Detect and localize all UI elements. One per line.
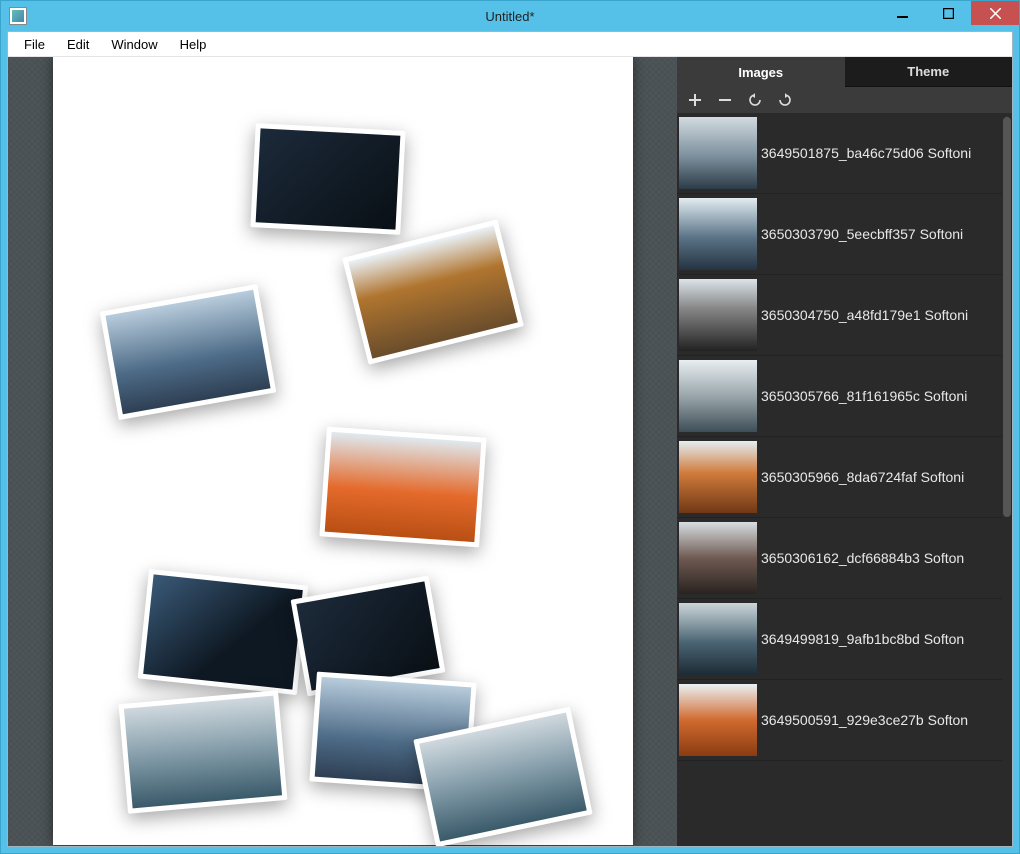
collage-photo[interactable] bbox=[118, 690, 287, 814]
canvas-area[interactable] bbox=[8, 57, 677, 846]
menu-help[interactable]: Help bbox=[170, 35, 217, 54]
list-item[interactable]: 3650303790_5eecbff357 Softoni bbox=[677, 194, 1002, 275]
list-item-label: 3650304750_a48fd179e1 Softoni bbox=[761, 307, 968, 323]
plus-icon bbox=[689, 94, 701, 106]
thumbnail bbox=[679, 360, 757, 432]
tab-images[interactable]: Images bbox=[677, 57, 845, 87]
list-item-label: 3650305766_81f161965c Softoni bbox=[761, 388, 967, 404]
list-item-label: 3650305966_8da6724faf Softoni bbox=[761, 469, 964, 485]
window-title: Untitled* bbox=[1, 9, 1019, 24]
collage-photo[interactable] bbox=[250, 123, 405, 235]
list-item-label: 3650306162_dcf66884b3 Softon bbox=[761, 550, 964, 566]
close-icon bbox=[990, 8, 1001, 19]
panel-tabs: Images Theme bbox=[677, 57, 1012, 87]
rotate-right-button[interactable] bbox=[777, 92, 793, 108]
list-item-label: 3650303790_5eecbff357 Softoni bbox=[761, 226, 963, 242]
minus-icon bbox=[719, 94, 731, 106]
minimize-button[interactable] bbox=[879, 1, 925, 25]
thumbnail bbox=[679, 603, 757, 675]
app-window: Untitled* File Edit Window Help bbox=[0, 0, 1020, 854]
thumbnail bbox=[679, 684, 757, 756]
thumbnail bbox=[679, 198, 757, 270]
window-controls bbox=[879, 1, 1019, 31]
collage-photo[interactable] bbox=[342, 219, 524, 364]
collage-photo[interactable] bbox=[137, 569, 308, 695]
image-list: 3649501875_ba46c75d06 Softoni 3650303790… bbox=[677, 113, 1012, 846]
thumbnail bbox=[679, 279, 757, 351]
scroll-thumb[interactable] bbox=[1003, 117, 1011, 517]
images-toolbar bbox=[677, 87, 1012, 113]
list-item-label: 3649499819_9afb1bc8bd Softon bbox=[761, 631, 964, 647]
side-panel: Images Theme bbox=[677, 57, 1012, 846]
close-button[interactable] bbox=[971, 1, 1019, 25]
rotate-right-icon bbox=[778, 93, 792, 107]
tab-theme[interactable]: Theme bbox=[845, 57, 1013, 87]
maximize-icon bbox=[943, 8, 954, 19]
rotate-left-button[interactable] bbox=[747, 92, 763, 108]
remove-image-button[interactable] bbox=[717, 92, 733, 108]
list-item[interactable]: 3649499819_9afb1bc8bd Softon bbox=[677, 599, 1002, 680]
minimize-icon bbox=[897, 8, 908, 19]
client-area: File Edit Window Help bbox=[7, 31, 1013, 847]
workspace: Images Theme bbox=[8, 57, 1012, 846]
collage-photo[interactable] bbox=[99, 284, 276, 420]
add-image-button[interactable] bbox=[687, 92, 703, 108]
list-item-label: 3649501875_ba46c75d06 Softoni bbox=[761, 145, 971, 161]
rotate-left-icon bbox=[748, 93, 762, 107]
menubar: File Edit Window Help bbox=[8, 32, 1012, 57]
thumbnail bbox=[679, 522, 757, 594]
list-item[interactable]: 3650305766_81f161965c Softoni bbox=[677, 356, 1002, 437]
menu-file[interactable]: File bbox=[14, 35, 55, 54]
list-item[interactable]: 3650306162_dcf66884b3 Softon bbox=[677, 518, 1002, 599]
thumbnail bbox=[679, 117, 757, 189]
list-item[interactable]: 3649501875_ba46c75d06 Softoni bbox=[677, 113, 1002, 194]
list-item[interactable]: 3649500591_929e3ce27b Softon bbox=[677, 680, 1002, 761]
list-scrollbar[interactable]: ▲ bbox=[1002, 113, 1012, 846]
collage-page[interactable] bbox=[53, 57, 633, 845]
collage-photo[interactable] bbox=[319, 427, 486, 548]
titlebar[interactable]: Untitled* bbox=[1, 1, 1019, 31]
thumbnail bbox=[679, 441, 757, 513]
menu-edit[interactable]: Edit bbox=[57, 35, 99, 54]
menu-window[interactable]: Window bbox=[101, 35, 167, 54]
list-item[interactable]: 3650304750_a48fd179e1 Softoni bbox=[677, 275, 1002, 356]
app-icon bbox=[9, 7, 27, 25]
maximize-button[interactable] bbox=[925, 1, 971, 25]
list-item[interactable]: 3650305966_8da6724faf Softoni bbox=[677, 437, 1002, 518]
list-item-label: 3649500591_929e3ce27b Softon bbox=[761, 712, 968, 728]
